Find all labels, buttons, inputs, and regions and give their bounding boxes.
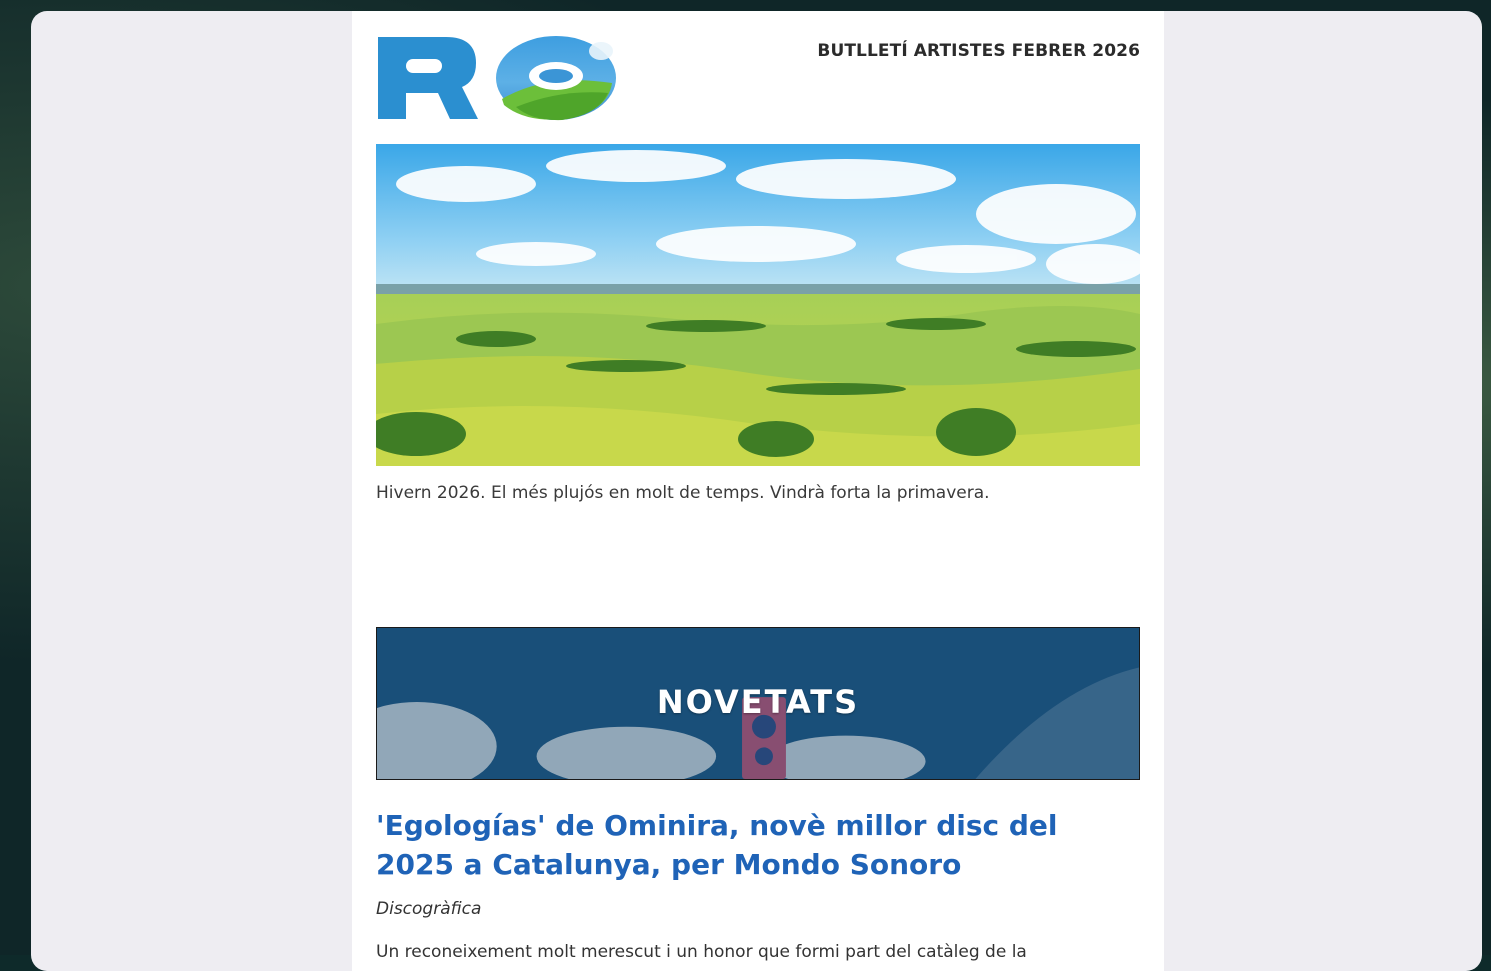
hero-caption: Hivern 2026. El més plujós en molt de te… xyxy=(376,483,990,503)
email-preview-window: BUTLLETÍ ARTISTES FEBRER 2026 Hivern 202… xyxy=(31,11,1482,971)
section-title: NOVETATS xyxy=(656,683,860,721)
article-byline: Discogràfica xyxy=(376,899,482,919)
newsletter-issue-title: BUTLLETÍ ARTISTES FEBRER 2026 xyxy=(817,41,1140,61)
ro-logo-icon[interactable] xyxy=(376,33,616,123)
article-headline[interactable]: 'Egologías' de Ominira, novè millor disc… xyxy=(376,806,1136,884)
article-headline-link[interactable]: 'Egologías' de Ominira, novè millor disc… xyxy=(376,809,1058,881)
newsletter-body: BUTLLETÍ ARTISTES FEBRER 2026 Hivern 202… xyxy=(352,11,1164,971)
article-teaser: Un reconeixement molt merescut i un hono… xyxy=(376,942,1027,962)
novetats-section-banner[interactable]: NOVETATS xyxy=(376,627,1140,780)
landscape-image[interactable] xyxy=(376,144,1140,466)
